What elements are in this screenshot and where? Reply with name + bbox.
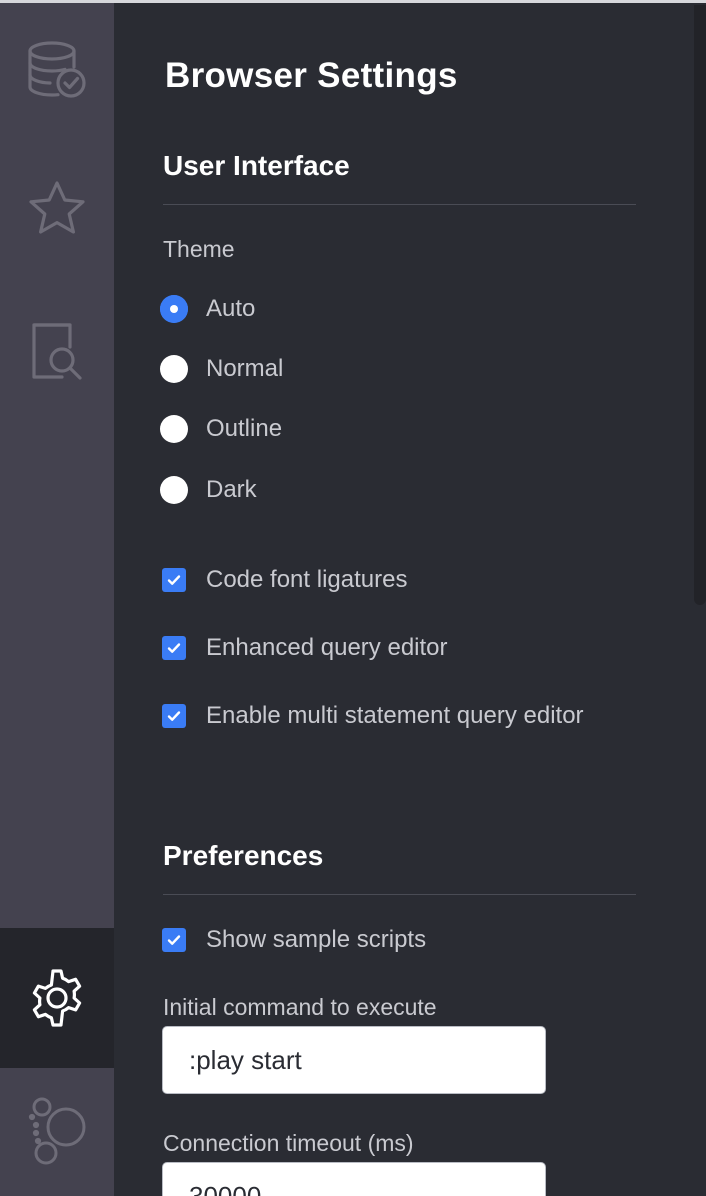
option-enhanced-query-editor[interactable]: Enhanced query editor — [160, 632, 448, 664]
sidebar-item-about[interactable] — [0, 1068, 114, 1196]
checkbox-code-font-ligatures[interactable] — [162, 568, 186, 592]
star-icon — [26, 179, 88, 241]
connection-timeout-input[interactable] — [162, 1162, 546, 1196]
sidebar — [0, 0, 114, 1196]
option-label: Code font ligatures — [206, 566, 408, 593]
checkmark-icon — [167, 711, 181, 721]
option-label: Enhanced query editor — [206, 634, 448, 661]
option-label: Enable multi statement query editor — [206, 702, 584, 729]
theme-option-label: Normal — [206, 355, 284, 382]
gear-icon — [26, 967, 88, 1029]
radio-normal[interactable] — [160, 355, 188, 383]
sidebar-item-favorites[interactable] — [0, 140, 114, 280]
checkmark-icon — [167, 643, 181, 653]
option-show-sample-scripts[interactable]: Show sample scripts — [160, 924, 426, 956]
theme-option-label: Dark — [206, 476, 257, 503]
section-divider — [163, 894, 636, 895]
section-divider — [163, 204, 636, 205]
option-code-font-ligatures[interactable]: Code font ligatures — [160, 564, 407, 596]
theme-option-outline[interactable]: Outline — [160, 413, 282, 445]
theme-option-normal[interactable]: Normal — [160, 353, 283, 385]
theme-label: Theme — [163, 236, 235, 262]
radio-outline[interactable] — [160, 415, 188, 443]
neo4j-graph-icon — [26, 1097, 88, 1167]
theme-option-label: Auto — [206, 295, 256, 322]
checkbox-multi-statement-editor[interactable] — [162, 704, 186, 728]
radio-dark[interactable] — [160, 476, 188, 504]
option-label: Show sample scripts — [206, 926, 427, 953]
checkmark-icon — [167, 935, 181, 945]
checkbox-enhanced-query-editor[interactable] — [162, 636, 186, 660]
initial-command-label: Initial command to execute — [163, 994, 437, 1020]
sidebar-item-documents[interactable] — [0, 280, 114, 420]
window-top-border — [0, 0, 706, 3]
connection-timeout-label: Connection timeout (ms) — [163, 1130, 414, 1156]
section-heading-user-interface: User Interface — [163, 150, 350, 181]
database-check-icon — [26, 39, 88, 101]
page-title: Browser Settings — [165, 56, 458, 95]
radio-auto[interactable] — [160, 295, 188, 323]
scrollbar[interactable] — [694, 5, 706, 605]
checkbox-show-sample-scripts[interactable] — [162, 928, 186, 952]
theme-option-dark[interactable]: Dark — [160, 474, 257, 506]
sidebar-item-settings[interactable] — [0, 928, 114, 1068]
theme-option-auto[interactable]: Auto — [160, 293, 255, 325]
sidebar-item-database[interactable] — [0, 0, 114, 140]
document-search-icon — [26, 319, 88, 381]
section-heading-preferences: Preferences — [163, 840, 324, 871]
theme-option-label: Outline — [206, 415, 283, 442]
option-multi-statement-editor[interactable]: Enable multi statement query editor — [160, 700, 584, 732]
checkmark-icon — [167, 575, 181, 585]
initial-command-input[interactable] — [162, 1026, 546, 1094]
